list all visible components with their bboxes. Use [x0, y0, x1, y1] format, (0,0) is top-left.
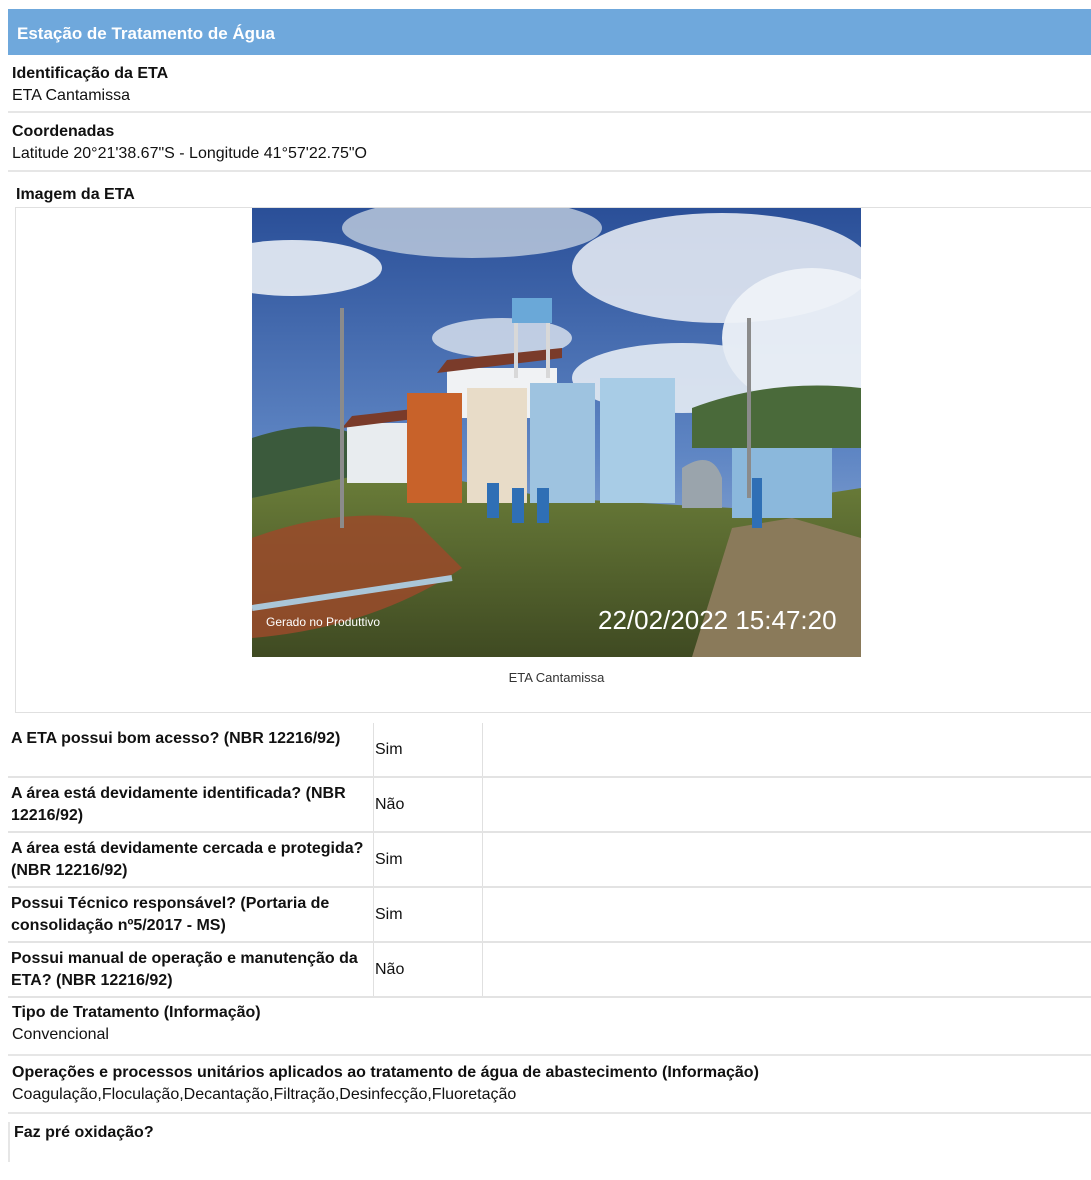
field-label: Identificação da ETA	[12, 65, 169, 82]
answer-value: Não	[375, 796, 405, 813]
photo-timestamp: 22/02/2022 15:47:20	[598, 605, 837, 635]
field-value: ETA Cantamissa	[12, 87, 130, 104]
section-header: Estação de Tratamento de Água	[8, 9, 1091, 55]
report-page: Estação de Tratamento de Água Identifica…	[0, 0, 1091, 1180]
table-row: Possui Técnico responsável? (Portaria de…	[8, 888, 1091, 943]
table-row: Possui manual de operação e manutenção d…	[8, 943, 1091, 998]
table-row: A área está devidamente identificada? (N…	[8, 778, 1091, 833]
answer-value: Sim	[375, 906, 403, 923]
field-operacoes: Operações e processos unitários aplicado…	[8, 1062, 1091, 1114]
field-tipo-tratamento: Tipo de Tratamento (Informação) Convenci…	[8, 1002, 1091, 1056]
question-label: A ETA possui bom acesso? (NBR 12216/92)	[11, 730, 341, 747]
field-coordenadas: Coordenadas Latitude 20°21'38.67"S - Lon…	[8, 121, 1091, 172]
image-caption: ETA Cantamissa	[508, 670, 605, 685]
answer-value: Não	[375, 961, 405, 978]
field-label: Tipo de Tratamento (Informação)	[12, 1004, 261, 1021]
field-value: Latitude 20°21'38.67"S - Longitude 41°57…	[12, 145, 367, 162]
field-pre-oxidacao: Faz pré oxidação?	[8, 1122, 1091, 1162]
answer-value: Sim	[375, 741, 403, 758]
question-label: Possui Técnico responsável? (Portaria de…	[11, 895, 330, 934]
table-row: A área está devidamente cercada e proteg…	[8, 833, 1091, 888]
table-row: A ETA possui bom acesso? (NBR 12216/92) …	[8, 723, 1091, 778]
question-label: A área está devidamente identificada? (N…	[11, 785, 346, 824]
answer-value: Sim	[375, 851, 403, 868]
field-identificacao: Identificação da ETA ETA Cantamissa	[8, 63, 1091, 113]
field-label: Operações e processos unitários aplicado…	[12, 1064, 759, 1081]
field-label: Coordenadas	[12, 123, 115, 140]
field-label: Faz pré oxidação?	[14, 1124, 154, 1141]
question-label: Possui manual de operação e manutenção d…	[11, 950, 358, 989]
photo-watermark: Gerado no Produttivo	[266, 615, 380, 629]
eta-photo[interactable]: Gerado no Produttivo 22/02/2022 15:47:20	[252, 208, 861, 657]
imagem-label: Imagem da ETA	[16, 186, 135, 203]
field-value: Convencional	[12, 1026, 109, 1043]
questions-table: A ETA possui bom acesso? (NBR 12216/92) …	[8, 723, 1091, 998]
field-value: Coagulação,Floculação,Decantação,Filtraç…	[12, 1086, 517, 1103]
question-label: A área está devidamente cercada e proteg…	[11, 840, 364, 879]
